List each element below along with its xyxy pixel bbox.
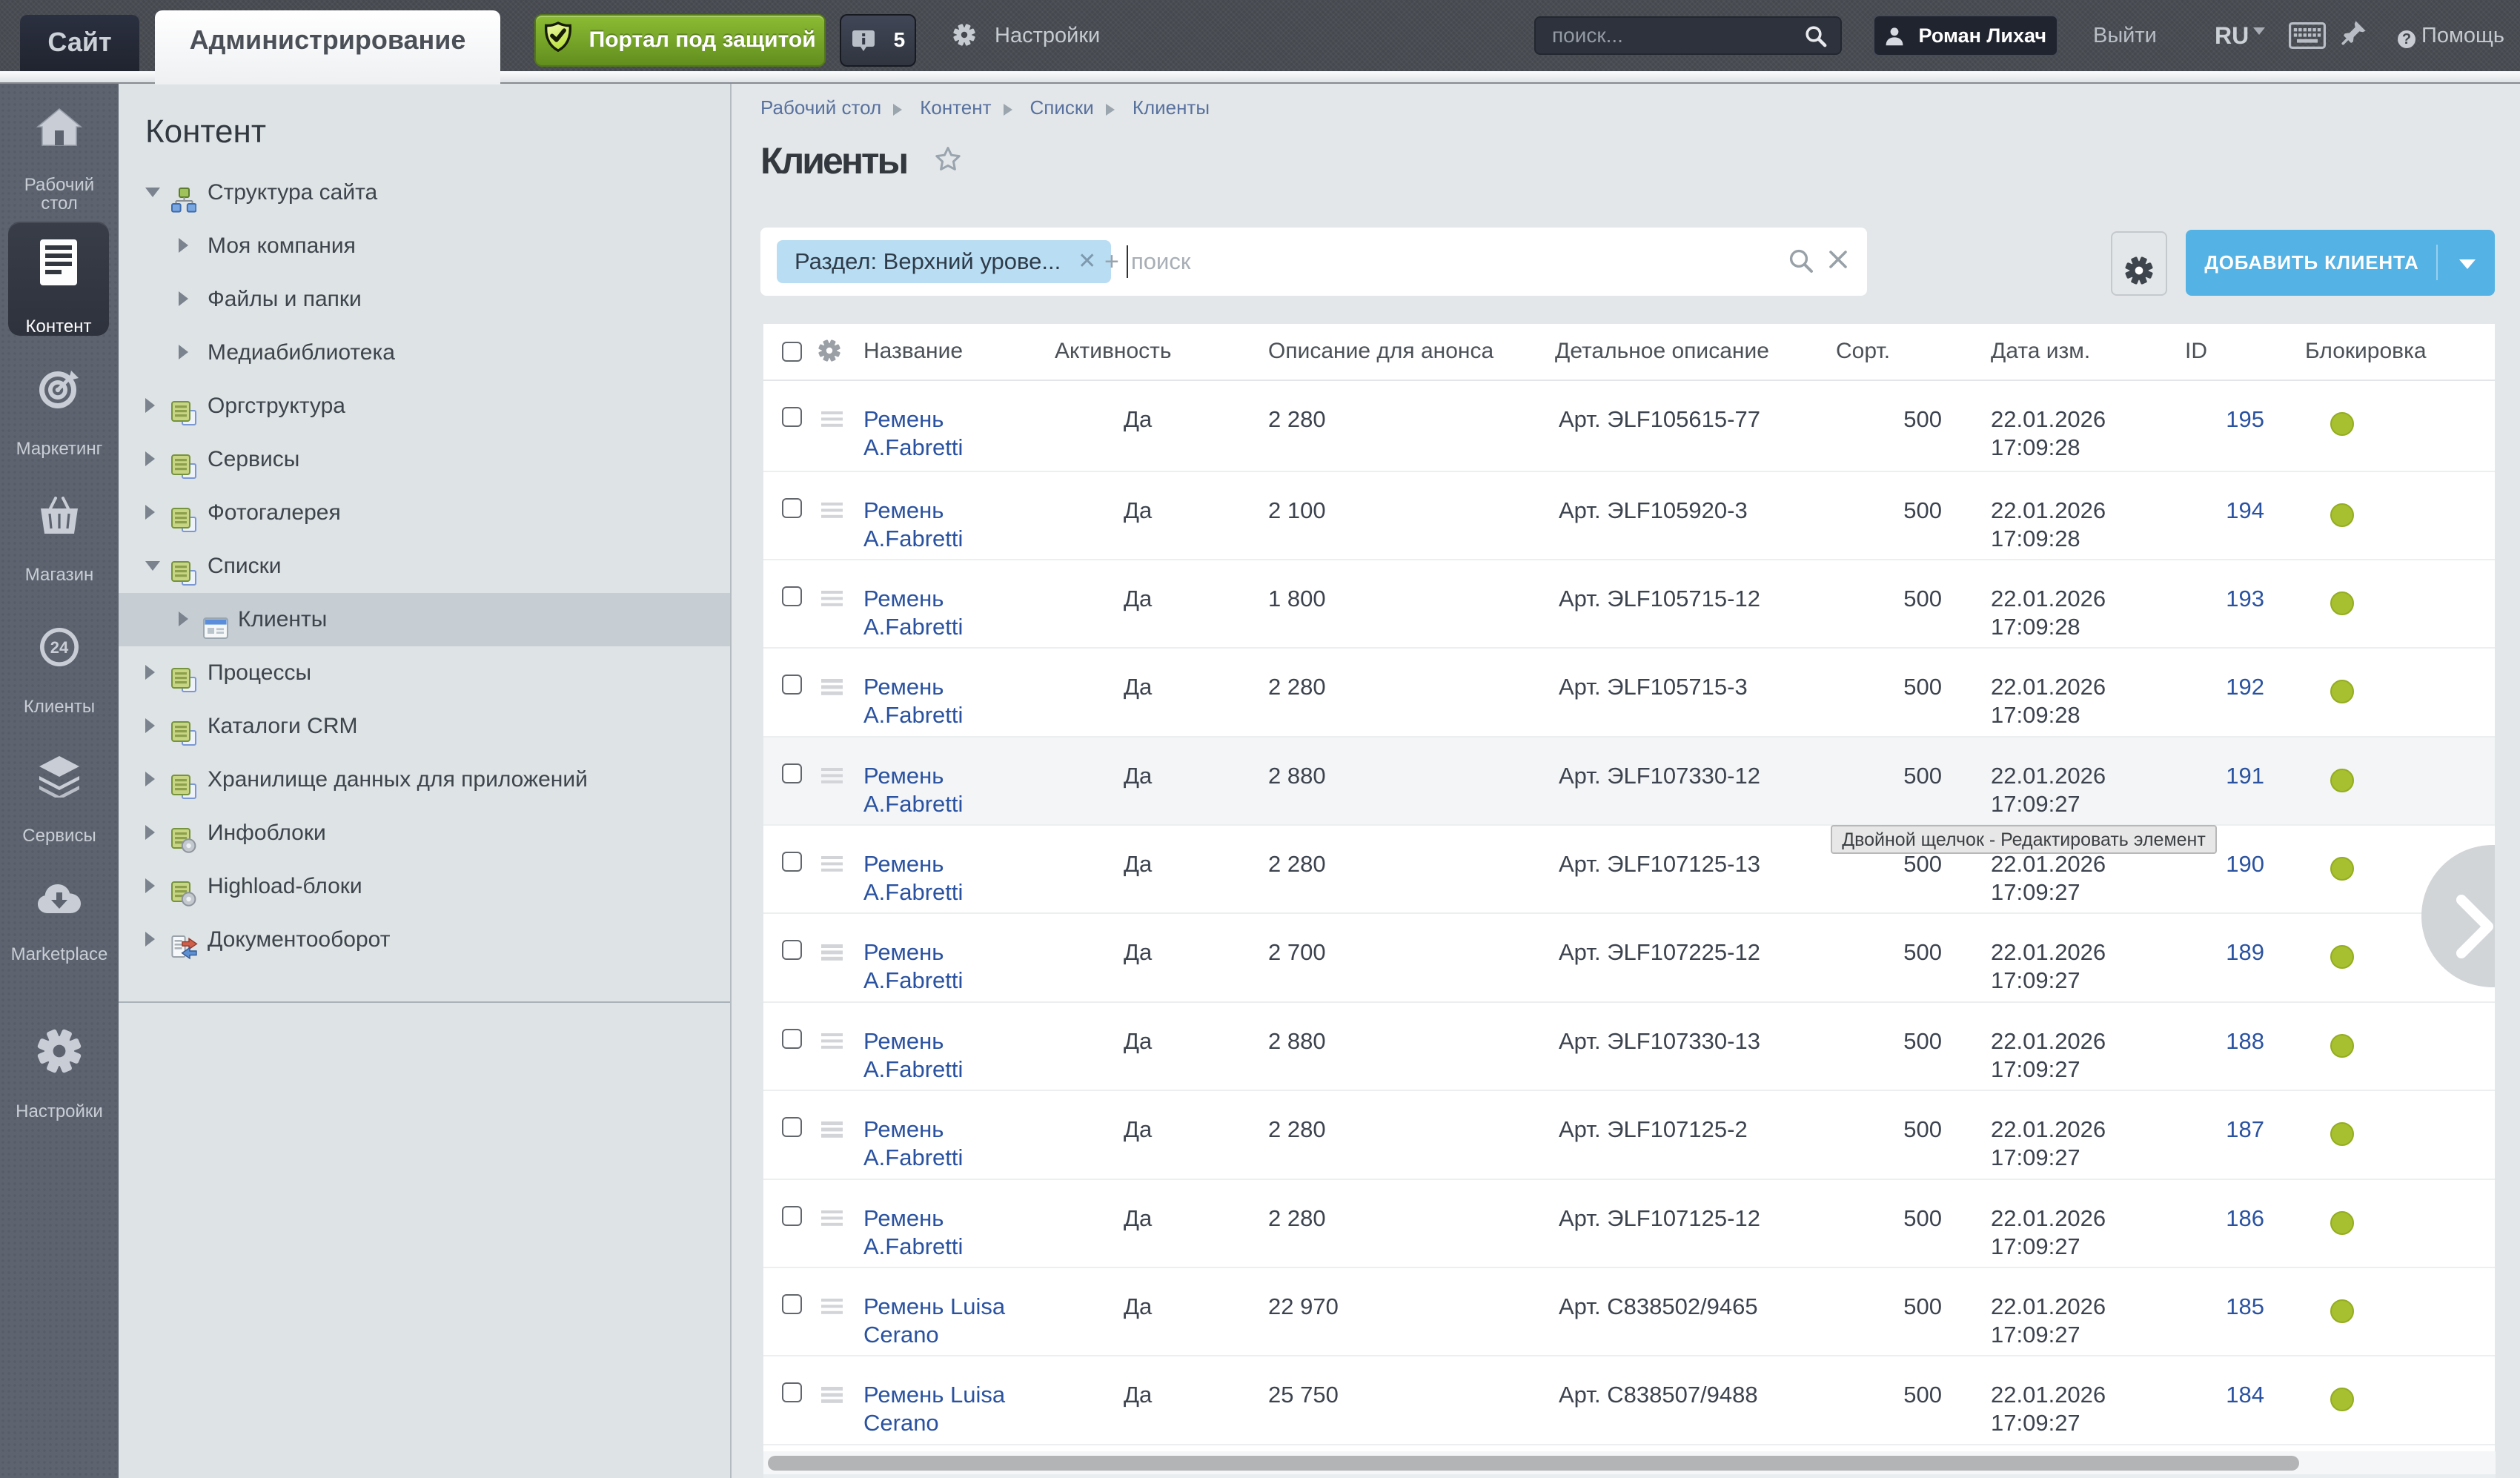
svg-text:24: 24 [50,638,69,657]
